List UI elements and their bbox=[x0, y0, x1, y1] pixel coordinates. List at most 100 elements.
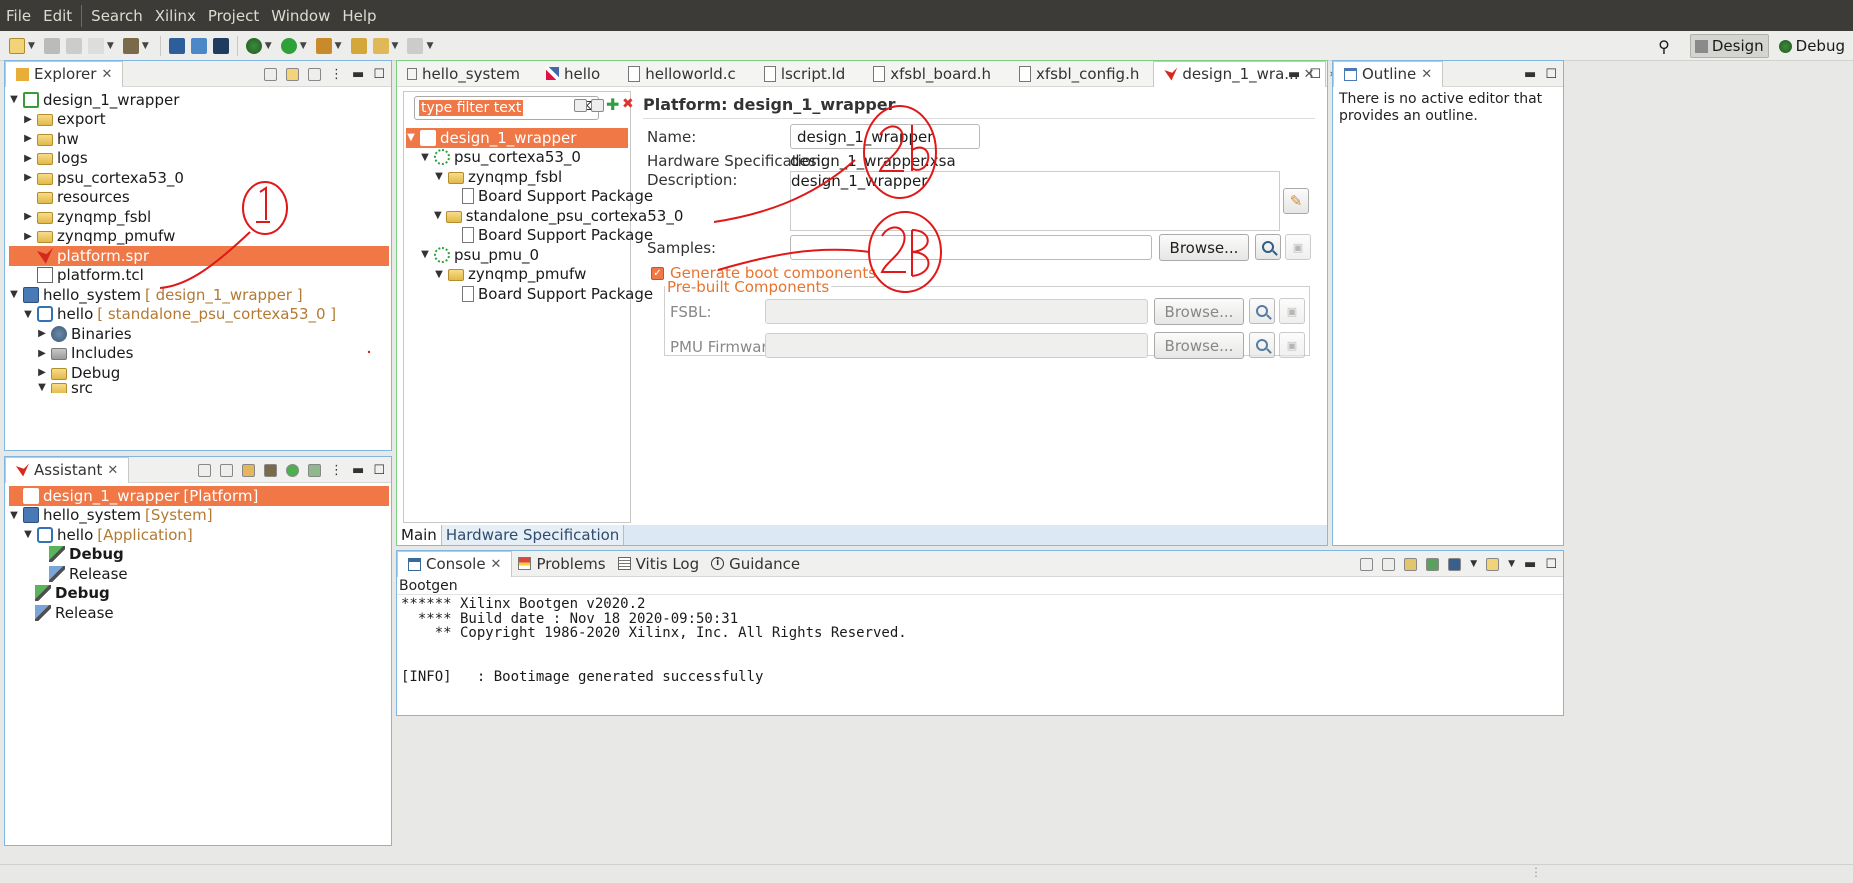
assistant-item-platform[interactable]: design_1_wrapper [Platform] bbox=[9, 486, 389, 506]
filter-input[interactable]: type filter text ⌫ bbox=[414, 96, 599, 120]
samples-search-button[interactable] bbox=[1255, 234, 1281, 260]
pin-console-icon[interactable] bbox=[1426, 557, 1440, 571]
platform-tree-cortexa53[interactable]: ▼ psu_cortexa53_0 bbox=[406, 148, 628, 168]
tree-item-logs[interactable]: ▶ logs bbox=[9, 149, 389, 169]
maximize-icon[interactable]: ☐ bbox=[1545, 67, 1557, 82]
tree-item-platform-spr[interactable]: platform.spr bbox=[9, 246, 389, 266]
minimize-icon[interactable]: ▬ bbox=[1288, 67, 1300, 82]
tree-item-includes[interactable]: ▶ Includes bbox=[9, 344, 389, 364]
tab-explorer[interactable]: Explorer ✕ bbox=[5, 60, 124, 87]
assistant-item-sys-debug[interactable]: Debug bbox=[9, 584, 389, 604]
tree-item-hello[interactable]: ▼ hello[ standalone_psu_cortexa53_0 ] bbox=[9, 305, 389, 325]
search-icon[interactable]: ⚲ bbox=[1658, 37, 1684, 56]
display-console-icon[interactable] bbox=[1448, 557, 1462, 571]
debug-icon[interactable] bbox=[308, 463, 322, 477]
chevron-down-icon[interactable]: ▼ bbox=[1470, 559, 1477, 569]
assistant-item-sys-release[interactable]: Release bbox=[9, 603, 389, 623]
chevron-down-icon[interactable]: ▼ bbox=[300, 41, 307, 51]
tree-item-hw[interactable]: ▶ hw bbox=[9, 129, 389, 149]
settings-icon[interactable] bbox=[242, 463, 256, 477]
terminal-icon[interactable] bbox=[168, 37, 185, 54]
assistant-item-app-release[interactable]: Release bbox=[9, 564, 389, 584]
fsbl-clear-button[interactable]: ▣ bbox=[1279, 298, 1305, 324]
page-tab-hardware-spec[interactable]: Hardware Specification bbox=[441, 525, 625, 545]
chevron-down-icon[interactable]: ▼ bbox=[265, 41, 272, 51]
pmu-field[interactable] bbox=[765, 333, 1148, 358]
run-icon[interactable] bbox=[286, 463, 300, 477]
open-console-icon[interactable] bbox=[1486, 557, 1500, 571]
minimize-icon[interactable]: ▬ bbox=[352, 463, 364, 478]
chevron-down-icon[interactable]: ▼ bbox=[392, 41, 399, 51]
menu-search[interactable]: Search bbox=[85, 7, 149, 25]
delete-icon[interactable]: ✖ bbox=[622, 96, 635, 112]
link-editor-icon[interactable] bbox=[286, 67, 300, 81]
close-icon[interactable]: ✕ bbox=[491, 557, 502, 572]
tab-outline[interactable]: Outline ✕ bbox=[1333, 60, 1444, 87]
console-output[interactable]: ****** Xilinx Bootgen v2020.2 **** Build… bbox=[397, 595, 1563, 686]
tree-item-zynqmp_pmufw[interactable]: ▶ zynqmp_pmufw bbox=[9, 227, 389, 247]
menu-edit[interactable]: Edit bbox=[37, 7, 78, 25]
tree-item-design_1_wrapper[interactable]: ▼ design_1_wrapper bbox=[9, 90, 389, 110]
view-menu-icon[interactable]: ⋮ bbox=[330, 463, 343, 478]
fsbl-field[interactable] bbox=[765, 299, 1148, 324]
platform-tree-standalone[interactable]: ▼ standalone_psu_cortexa53_0 bbox=[406, 206, 683, 226]
menu-help[interactable]: Help bbox=[336, 7, 382, 25]
word-wrap-icon[interactable] bbox=[1404, 557, 1418, 571]
tree-item-binaries[interactable]: ▶ Binaries bbox=[9, 324, 389, 344]
minimize-icon[interactable]: ▬ bbox=[1524, 67, 1536, 82]
close-icon[interactable]: ✕ bbox=[1421, 67, 1432, 82]
menu-project[interactable]: Project bbox=[202, 7, 265, 25]
console-icon[interactable] bbox=[212, 37, 229, 54]
fsbl-search-button[interactable] bbox=[1249, 298, 1275, 324]
maximize-icon[interactable]: ☐ bbox=[1309, 67, 1321, 82]
view-menu-icon[interactable]: ⋮ bbox=[330, 67, 343, 82]
minimize-icon[interactable]: ▬ bbox=[1524, 557, 1536, 572]
run-icon[interactable] bbox=[280, 37, 297, 54]
tree-item-zynqmp_fsbl[interactable]: ▶ zynqmp_fsbl bbox=[9, 207, 389, 227]
tab-xfsbl_config-h[interactable]: xfsbl_config.h bbox=[1001, 61, 1149, 87]
platform-tree-zynqmp_fsbl[interactable]: ▼ zynqmp_fsbl bbox=[406, 167, 628, 187]
fsbl-browse-button[interactable]: Browse... bbox=[1154, 298, 1244, 325]
assistant-item-system[interactable]: ▼ hello_system [System] bbox=[9, 506, 389, 526]
samples-clear-button[interactable]: ▣ bbox=[1285, 234, 1311, 260]
collapse-all-icon[interactable] bbox=[264, 67, 278, 81]
tree-item-debug[interactable]: ▶ Debug bbox=[9, 363, 389, 383]
filter-icon[interactable] bbox=[308, 67, 322, 81]
tab-vitis-log[interactable]: Vitis Log bbox=[612, 551, 706, 577]
pmu-clear-button[interactable]: ▣ bbox=[1279, 332, 1305, 358]
tree-item-psu_cortexa53_0[interactable]: ▶ psu_cortexa53_0 bbox=[9, 168, 389, 188]
page-tab-main[interactable]: Main bbox=[397, 525, 442, 545]
forward-icon[interactable] bbox=[407, 37, 424, 54]
chevron-down-icon[interactable]: ▼ bbox=[142, 41, 149, 51]
platform-tree-bsp-pmufw[interactable]: Board Support Package bbox=[406, 284, 653, 304]
save-icon[interactable] bbox=[43, 37, 60, 54]
chevron-down-icon[interactable]: ▼ bbox=[335, 41, 342, 51]
tab-guidance[interactable]: i Guidance bbox=[705, 551, 806, 577]
add-icon[interactable]: ✚ bbox=[606, 95, 619, 114]
platform-tree-bsp-fsbl[interactable]: Board Support Package bbox=[406, 187, 653, 207]
tree-item-resources[interactable]: resources bbox=[9, 188, 389, 208]
platform-tree-root[interactable]: ▼ design_1_wrapper bbox=[406, 128, 628, 148]
clear-console-icon[interactable] bbox=[1360, 557, 1374, 571]
platform-tree-zynqmp_pmufw[interactable]: ▼ zynqmp_pmufw bbox=[406, 265, 628, 285]
back-annotation-icon[interactable] bbox=[350, 37, 367, 54]
close-icon[interactable]: ✕ bbox=[107, 463, 118, 478]
expand-all-icon[interactable] bbox=[220, 463, 234, 477]
tab-lscript-ld[interactable]: lscript.ld bbox=[746, 61, 855, 87]
edit-description-button[interactable]: ✎ bbox=[1283, 188, 1309, 214]
maximize-icon[interactable]: ☐ bbox=[1545, 557, 1557, 572]
maximize-icon[interactable]: ☐ bbox=[373, 463, 385, 478]
maximize-icon[interactable]: ☐ bbox=[373, 67, 385, 82]
tree-item-hello_system[interactable]: ▼ hello_system[ design_1_wrapper ] bbox=[9, 285, 389, 305]
tree-item-src[interactable]: ▼ src bbox=[9, 382, 389, 393]
assistant-item-application[interactable]: ▼ hello [Application] bbox=[9, 525, 389, 545]
debug-icon[interactable] bbox=[245, 37, 262, 54]
tree-item-platform-tcl[interactable]: platform.tcl bbox=[9, 266, 389, 286]
chevron-down-icon[interactable]: ▼ bbox=[1508, 559, 1515, 569]
platform-tree-psu_pmu_0[interactable]: ▼ psu_pmu_0 bbox=[406, 245, 628, 265]
tab-assistant[interactable]: Assistant ✕ bbox=[5, 456, 130, 483]
collapse-all-icon[interactable] bbox=[198, 463, 212, 477]
chevron-down-icon[interactable]: ▼ bbox=[28, 41, 35, 51]
save-all-icon[interactable] bbox=[65, 37, 82, 54]
tab-helloworld-c[interactable]: helloworld.c bbox=[610, 61, 746, 87]
